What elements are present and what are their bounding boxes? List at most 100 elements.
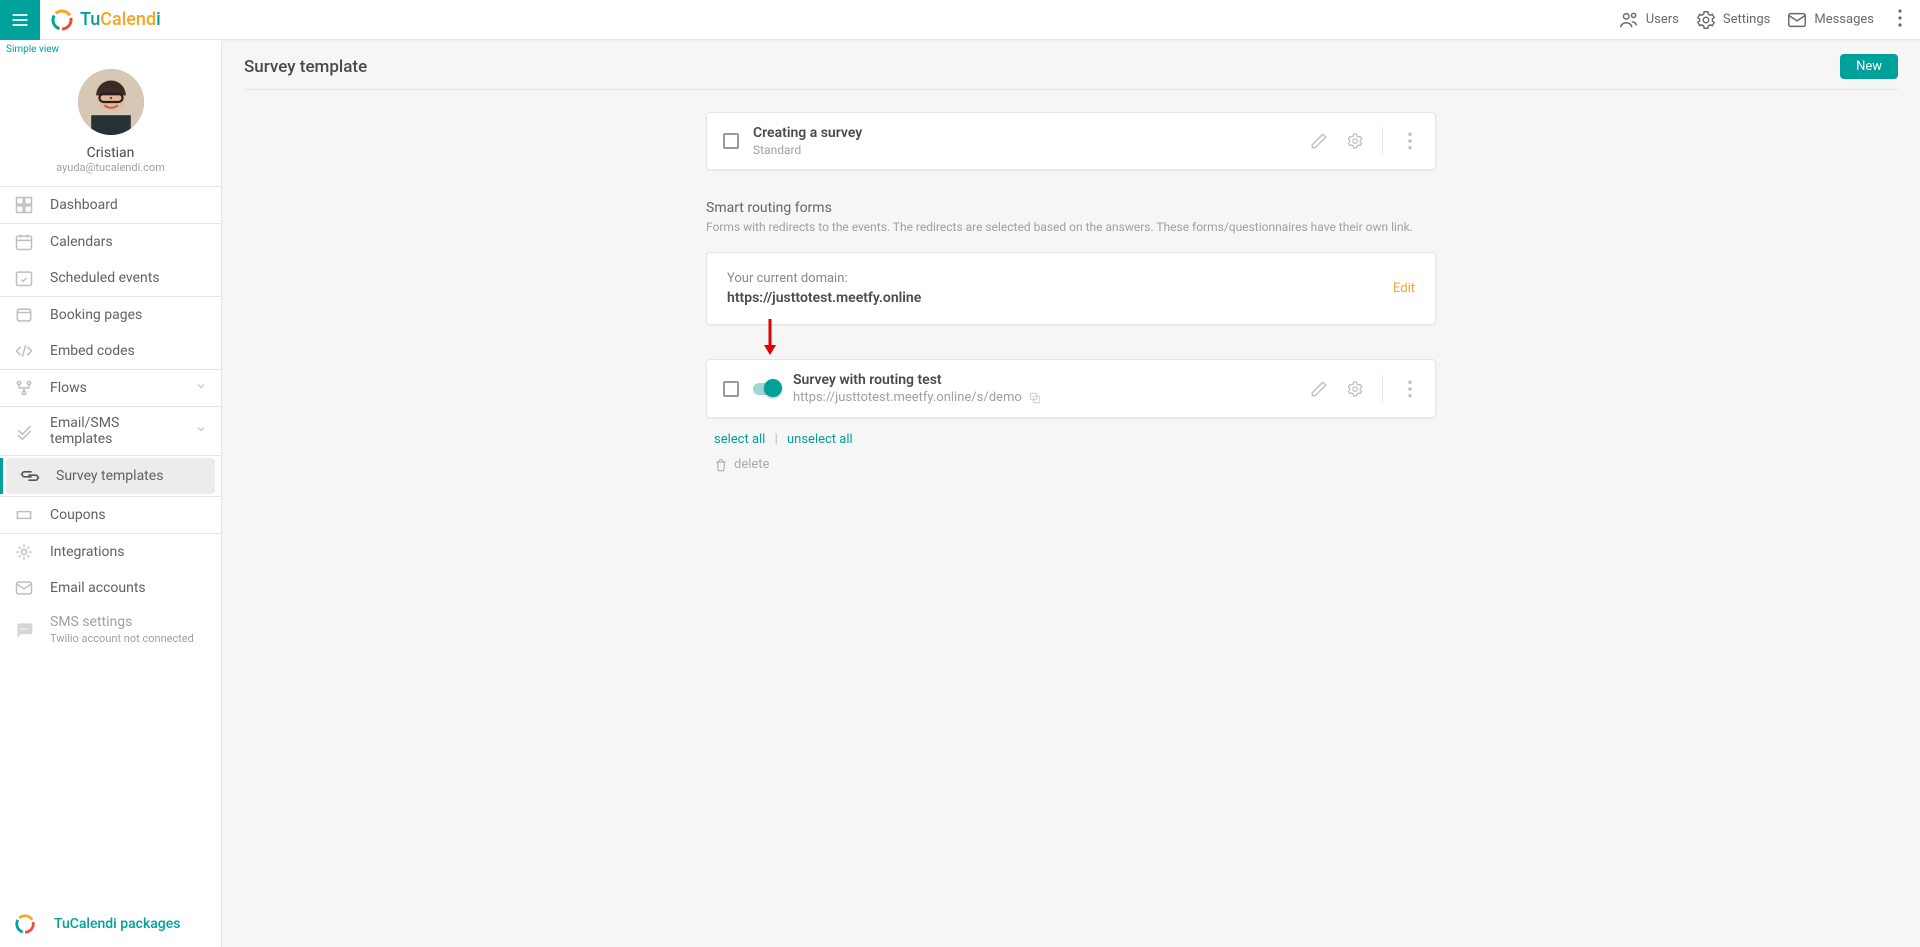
nav-coupons[interactable]: Coupons (0, 497, 221, 533)
survey-row: Creating a survey Standard (706, 112, 1436, 170)
logo-icon (14, 913, 36, 935)
simple-view-link[interactable]: Simple view (0, 40, 221, 59)
domain-card: Your current domain: https://justtotest.… (706, 252, 1436, 325)
delete-link[interactable]: delete (714, 457, 1428, 472)
flows-icon (14, 378, 34, 398)
delete-label: delete (734, 457, 769, 472)
checkbox[interactable] (723, 133, 739, 149)
more-vertical-icon (1401, 380, 1419, 398)
page-header: Survey template New (244, 54, 1898, 90)
scheduled-icon (14, 268, 34, 288)
domain-value: https://justtotest.meetfy.online (727, 290, 921, 306)
nav: Dashboard Calendars Scheduled events Boo… (0, 186, 221, 947)
profile-email: ayuda@tucalendi.com (56, 161, 165, 174)
mail-icon (1786, 9, 1808, 31)
nav-flows-label: Flows (50, 380, 87, 396)
integrations-icon (14, 542, 34, 562)
users-link[interactable]: Users (1618, 9, 1679, 31)
main: Survey template New Creating a survey St… (222, 40, 1920, 947)
logo-text-3: i (156, 9, 161, 30)
coupon-icon (14, 505, 34, 525)
packages-label: TuCalendi packages (54, 916, 180, 932)
settings-button[interactable] (1346, 132, 1364, 150)
nav-sms-label: SMS settings (50, 614, 194, 630)
gear-icon (1695, 9, 1717, 31)
gear-icon (1346, 380, 1364, 398)
code-icon (14, 341, 34, 361)
new-button[interactable]: New (1840, 54, 1898, 79)
pencil-icon (1310, 380, 1328, 398)
page-title: Survey template (244, 57, 367, 77)
users-icon (1618, 9, 1640, 31)
nav-embed-label: Embed codes (50, 343, 135, 359)
routing-heading: Smart routing forms (706, 200, 1436, 216)
nav-survey-label: Survey templates (56, 468, 163, 484)
menu-toggle-button[interactable] (0, 0, 40, 40)
settings-label: Settings (1723, 12, 1770, 27)
edit-button[interactable] (1310, 380, 1328, 398)
nav-integrations[interactable]: Integrations (0, 534, 221, 570)
copy-url-button[interactable] (1028, 391, 1042, 405)
pencil-icon (1310, 132, 1328, 150)
nav-email-sms[interactable]: Email/SMS templates (0, 407, 221, 455)
nav-email-accounts[interactable]: Email accounts (0, 570, 221, 606)
gear-icon (1346, 132, 1364, 150)
chevron-down-icon (195, 380, 207, 396)
unselect-all-link[interactable]: unselect all (787, 432, 853, 447)
logo[interactable]: TuCalendi (40, 8, 171, 32)
sidebar: Simple view Cristian ayuda@tucalendi.com… (0, 40, 222, 947)
calendar-icon (14, 232, 34, 252)
nav-survey-templates[interactable]: Survey templates (6, 458, 215, 494)
messages-link[interactable]: Messages (1786, 9, 1874, 31)
routing-title: Survey with routing test (793, 372, 1296, 388)
logo-text-1: Tu (80, 9, 100, 30)
nav-scheduled[interactable]: Scheduled events (0, 260, 221, 296)
logo-icon (50, 8, 74, 32)
chevron-down-icon (195, 423, 207, 439)
profile: Cristian ayuda@tucalendi.com (0, 59, 221, 186)
nav-sms-settings[interactable]: SMS settings Twilio account not connecte… (0, 606, 221, 653)
copy-icon (1028, 391, 1042, 405)
topbar: TuCalendi Users Settings Messages (0, 0, 1920, 40)
nav-flows[interactable]: Flows (0, 370, 221, 406)
survey-title: Creating a survey (753, 125, 1296, 141)
more-vertical-icon (1401, 132, 1419, 150)
edit-domain-link[interactable]: Edit (1393, 281, 1415, 296)
topbar-links: Users Settings Messages (1618, 9, 1920, 31)
settings-button[interactable] (1346, 380, 1364, 398)
messages-label: Messages (1814, 12, 1874, 27)
nav-scheduled-label: Scheduled events (50, 270, 160, 286)
more-vertical-icon (1898, 9, 1902, 27)
nav-dashboard[interactable]: Dashboard (0, 187, 221, 223)
avatar[interactable] (78, 69, 144, 135)
packages-link[interactable]: TuCalendi packages (0, 913, 221, 935)
hamburger-icon (10, 10, 30, 30)
survey-icon (20, 466, 40, 486)
topbar-more-button[interactable] (1890, 9, 1910, 31)
nav-embed[interactable]: Embed codes (0, 333, 221, 369)
users-label: Users (1646, 12, 1679, 27)
nav-integrations-label: Integrations (50, 544, 124, 560)
edit-button[interactable] (1310, 132, 1328, 150)
dashboard-icon (14, 195, 34, 215)
nav-coupons-label: Coupons (50, 507, 106, 523)
checkbox[interactable] (723, 381, 739, 397)
select-all-link[interactable]: select all (714, 432, 765, 447)
nav-email-sms-label: Email/SMS templates (50, 415, 179, 447)
annotation-arrow (760, 317, 1436, 361)
mail-icon (14, 578, 34, 598)
routing-row: Survey with routing test https://justtot… (706, 359, 1436, 418)
nav-booking-label: Booking pages (50, 307, 142, 323)
settings-link[interactable]: Settings (1695, 9, 1770, 31)
enable-toggle[interactable] (753, 383, 779, 395)
nav-calendars[interactable]: Calendars (0, 224, 221, 260)
logo-text-2: Calend (100, 9, 156, 30)
routing-url: https://justtotest.meetfy.online/s/demo (793, 390, 1022, 405)
row-more-button[interactable] (1401, 380, 1419, 398)
routing-desc: Forms with redirects to the events. The … (706, 220, 1436, 234)
nav-booking[interactable]: Booking pages (0, 297, 221, 333)
trash-icon (714, 458, 728, 472)
nav-calendars-label: Calendars (50, 234, 113, 250)
booking-icon (14, 305, 34, 325)
row-more-button[interactable] (1401, 132, 1419, 150)
